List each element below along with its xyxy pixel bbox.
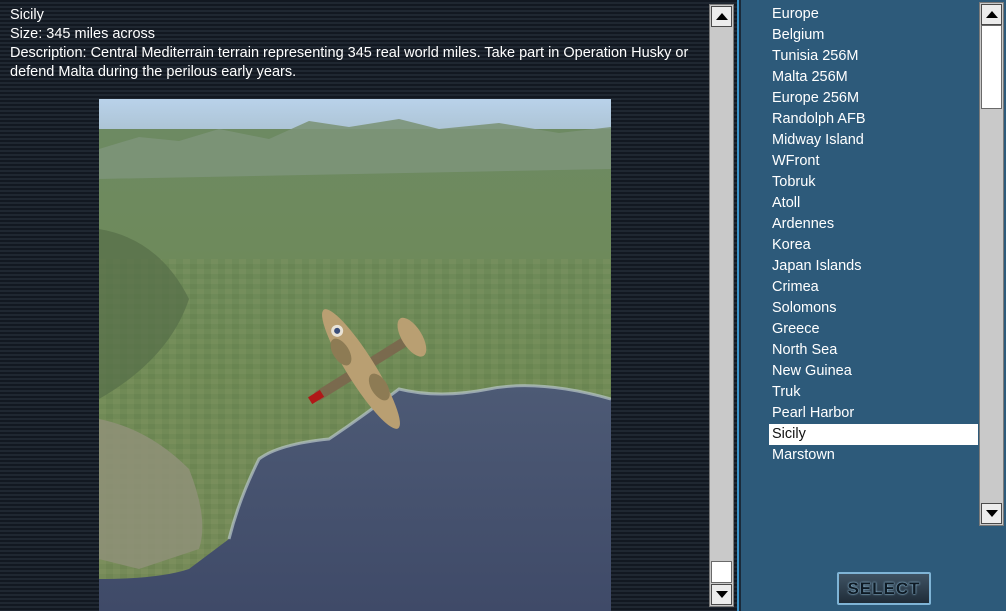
map-list-item[interactable]: WFront (769, 151, 978, 172)
map-list-item[interactable]: Belgium (769, 25, 978, 46)
scroll-down-button[interactable] (711, 584, 732, 605)
map-list-item[interactable]: Greece (769, 319, 978, 340)
scroll-thumb[interactable] (981, 25, 1002, 109)
map-list-item[interactable]: Malta 256M (769, 67, 978, 88)
map-list-item[interactable]: Randolph AFB (769, 109, 978, 130)
scroll-up-button[interactable] (711, 6, 732, 27)
select-button[interactable]: SELECT (837, 572, 931, 605)
map-list-item[interactable]: New Guinea (769, 361, 978, 382)
arrow-up-icon (985, 11, 998, 18)
arrow-down-icon (715, 591, 728, 598)
map-list-item[interactable]: Pearl Harbor (769, 403, 978, 424)
map-title: Sicily (10, 7, 44, 23)
map-list-item[interactable]: Tobruk (769, 172, 978, 193)
map-list-item[interactable]: Marstown (769, 445, 978, 466)
map-list-item[interactable]: Korea (769, 235, 978, 256)
arrow-down-icon (985, 510, 998, 517)
map-list-item[interactable]: Solomons (769, 298, 978, 319)
map-list-item[interactable]: Europe (769, 4, 978, 25)
map-list-item[interactable]: Truk (769, 382, 978, 403)
map-info-text: Sicily Size: 345 miles across Descriptio… (10, 6, 700, 82)
map-description: Description: Central Mediterrain terrain… (10, 45, 689, 80)
map-list-item[interactable]: Sicily (769, 424, 978, 445)
scroll-thumb[interactable] (711, 561, 732, 583)
map-size: Size: 345 miles across (10, 26, 156, 42)
map-preview-image (99, 99, 611, 611)
map-list-scrollbar[interactable] (979, 2, 1004, 526)
map-list-item[interactable]: Ardennes (769, 214, 978, 235)
arrow-up-icon (715, 13, 728, 20)
map-list-item[interactable]: Crimea (769, 277, 978, 298)
map-info-panel: Sicily Size: 345 miles across Descriptio… (0, 0, 739, 611)
map-list-item[interactable]: Japan Islands (769, 256, 978, 277)
map-list: Europe Belgium Tunisia 256M Malta 256M Europ… (769, 4, 978, 466)
map-list-item[interactable]: North Sea (769, 340, 978, 361)
map-list-item[interactable]: Atoll (769, 193, 978, 214)
map-list-item[interactable]: Europe 256M (769, 88, 978, 109)
map-list-item[interactable]: Midway Island (769, 130, 978, 151)
scroll-down-button[interactable] (981, 503, 1002, 524)
map-list-item[interactable]: Tunisia 256M (769, 46, 978, 67)
description-scrollbar[interactable] (709, 4, 734, 607)
scroll-up-button[interactable] (981, 4, 1002, 25)
